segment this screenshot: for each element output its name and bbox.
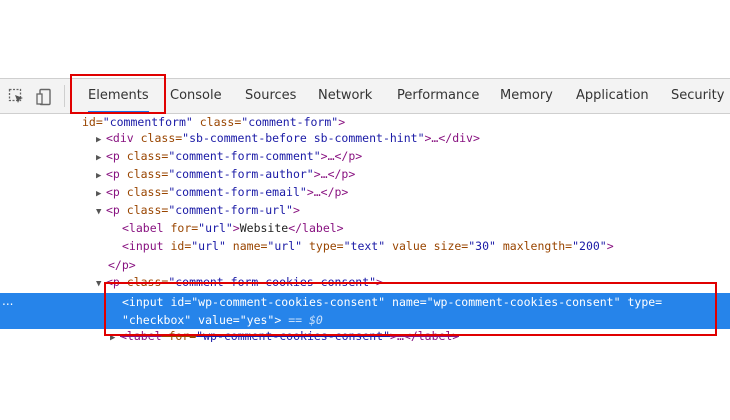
dom-line-p-comment[interactable]: ▶ <p class="comment-form-comment">…</p> (96, 147, 362, 165)
annotation-box-checkbox-input (104, 282, 717, 336)
toolbar-separator (64, 85, 65, 107)
tab-network[interactable]: Network (318, 79, 372, 113)
tab-security[interactable]: Security (671, 79, 724, 113)
tab-application[interactable]: Application (576, 79, 649, 113)
dom-line-p-author[interactable]: ▶ <p class="comment-form-author">…</p> (96, 165, 355, 183)
dom-line-p-close[interactable]: </p> (108, 256, 136, 274)
tab-sources[interactable]: Sources (245, 79, 296, 113)
tab-console[interactable]: Console (170, 79, 222, 113)
tab-memory[interactable]: Memory (500, 79, 553, 113)
device-toolbar-icon[interactable] (36, 88, 54, 106)
dom-line-input-url[interactable]: <input id="url" name="url" type="text" v… (122, 237, 614, 255)
tab-performance[interactable]: Performance (397, 79, 479, 113)
inspect-element-icon[interactable] (8, 88, 26, 106)
node-actions-ellipsis[interactable]: ... (2, 294, 13, 308)
dom-line-p-url[interactable]: ▼ <p class="comment-form-url"> (96, 201, 300, 219)
annotation-box-elements-tab (70, 74, 166, 114)
dom-line-label-url[interactable]: <label for="url">Website</label> (122, 219, 344, 237)
dom-line-p-email[interactable]: ▶ <p class="comment-form-email">…</p> (96, 183, 348, 201)
dom-line-div[interactable]: ▶ <div class="sb-comment-before sb-commen… (96, 129, 480, 147)
collapse-triangle-icon[interactable]: ▼ (96, 203, 106, 221)
